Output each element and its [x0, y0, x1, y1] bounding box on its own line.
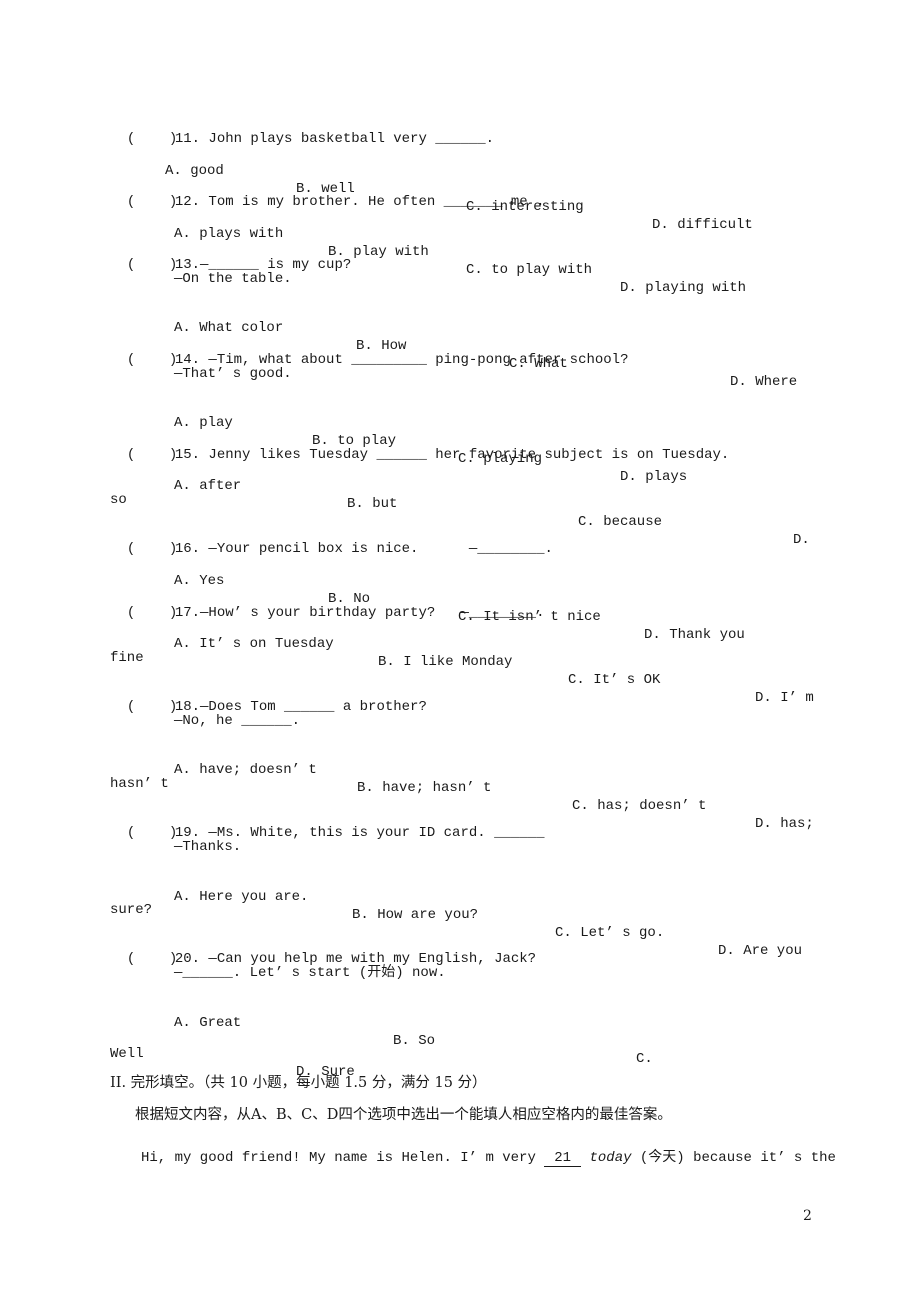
option-d-continued: sure?	[110, 902, 153, 918]
option-d[interactable]: D. I’ m	[755, 689, 814, 707]
passage-rest: (今天) because it’ s the	[631, 1150, 836, 1166]
options-19: A. Here you are. B. How are you? C. Let’…	[0, 870, 920, 959]
reply-20: —______. Let’ s start (开始) now.	[174, 965, 446, 981]
blank-21[interactable]: 21	[544, 1150, 582, 1167]
page-number: 2	[803, 1208, 812, 1224]
options-16: A. Yes B. No C. It isn’ t nice D. Thank …	[0, 554, 920, 643]
section-instruction: 根据短文内容，从A、B、C、D四个选项中选出一个能填人相应空格内的最佳答案。	[135, 1107, 672, 1123]
question-13: ( )13.—______ is my cup?	[110, 238, 351, 273]
question-19: ( )19. —Ms. White, this is your ID card.…	[110, 806, 545, 841]
option-c[interactable]: C. has; doesn’ t	[572, 797, 706, 815]
option-c[interactable]: C. because	[578, 513, 662, 531]
answer-bracket[interactable]: ( )	[127, 256, 177, 274]
option-b[interactable]: B. but	[347, 495, 397, 513]
option-d-continued: fine	[110, 650, 144, 666]
option-c[interactable]: C. It’ s OK	[568, 671, 660, 689]
passage-text: Hi, my good friend! My name is Helen. I’…	[141, 1146, 836, 1167]
options-20-continued: Well D. Sure	[0, 1027, 920, 1080]
option-a[interactable]: A. after	[174, 477, 241, 495]
option-c[interactable]: C. to play with	[466, 261, 592, 279]
options-18: A. have; doesn’ t B. have; hasn’ t C. ha…	[0, 743, 920, 832]
options-13: A. What color B. How C. What D. Where	[0, 301, 920, 390]
option-d[interactable]: D. has;	[755, 815, 814, 833]
options-11: A. good B. well C. interesting D. diffic…	[0, 144, 920, 233]
question-20: ( )20. —Can you help me with my English,…	[110, 932, 536, 967]
reply-13: —On the table.	[174, 271, 292, 287]
answer-bracket[interactable]: ( )	[127, 351, 177, 369]
italic-word: today	[589, 1150, 632, 1166]
option-b[interactable]: B. have; hasn’ t	[357, 779, 491, 797]
options-12: A. plays with B. play with C. to play wi…	[0, 207, 920, 296]
options-17: A. It’ s on Tuesday B. I like Monday C. …	[0, 617, 920, 706]
answer-bracket[interactable]: ( )	[127, 824, 177, 842]
option-d[interactable]: D. Are you	[718, 942, 802, 960]
option-c[interactable]: C.	[636, 1050, 653, 1068]
options-14: A. play B. to play C. playing D. plays	[0, 396, 920, 485]
option-d[interactable]: D. playing with	[620, 279, 746, 297]
options-20: A. Great B. So C.	[0, 996, 920, 1067]
answer-bracket[interactable]: ( )	[127, 950, 177, 968]
option-a[interactable]: A. Here you are.	[174, 888, 308, 906]
reply-19: —Thanks.	[174, 839, 242, 855]
option-d-continued: hasn’ t	[110, 776, 169, 792]
question-18: ( )18.—Does Tom ______ a brother?	[110, 680, 427, 715]
option-d[interactable]: D. Where	[730, 373, 797, 391]
option-d[interactable]: D.	[793, 531, 810, 549]
question-15: ( )15. Jenny likes Tuesday ______ her fa…	[110, 428, 730, 463]
option-b[interactable]: B. I like Monday	[378, 653, 512, 671]
question-16: ( )16. —Your pencil box is nice. —______…	[110, 522, 553, 557]
option-c-continued: Well	[110, 1046, 144, 1062]
question-12: ( )12. Tom is my brother. He often _____…	[110, 175, 545, 210]
options-15: A. after B. but C. because D.	[0, 459, 920, 548]
option-d-continued: so	[110, 492, 127, 508]
option-b[interactable]: B. How are you?	[352, 906, 478, 924]
question-14: ( )14. —Tim, what about _________ ping-p…	[110, 333, 629, 368]
question-11: ( )11. John plays basketball very ______…	[110, 112, 494, 147]
passage-start: Hi, my good friend! My name is Helen. I’…	[141, 1150, 545, 1166]
reply-14: —That’ s good.	[174, 366, 292, 382]
option-a[interactable]: A. have; doesn’ t	[174, 761, 317, 779]
answer-bracket[interactable]: ( )	[127, 698, 177, 716]
question-17: ( )17.—How’ s your birthday party? —____…	[110, 586, 545, 621]
reply-18: —No, he ______.	[174, 713, 301, 729]
option-c[interactable]: C. Let’ s go.	[555, 924, 664, 942]
option-a[interactable]: A. It’ s on Tuesday	[174, 635, 334, 653]
section-title: II. 完形填空。（共 10 小题，每小题 1.5 分，满分 15 分）	[110, 1075, 487, 1091]
